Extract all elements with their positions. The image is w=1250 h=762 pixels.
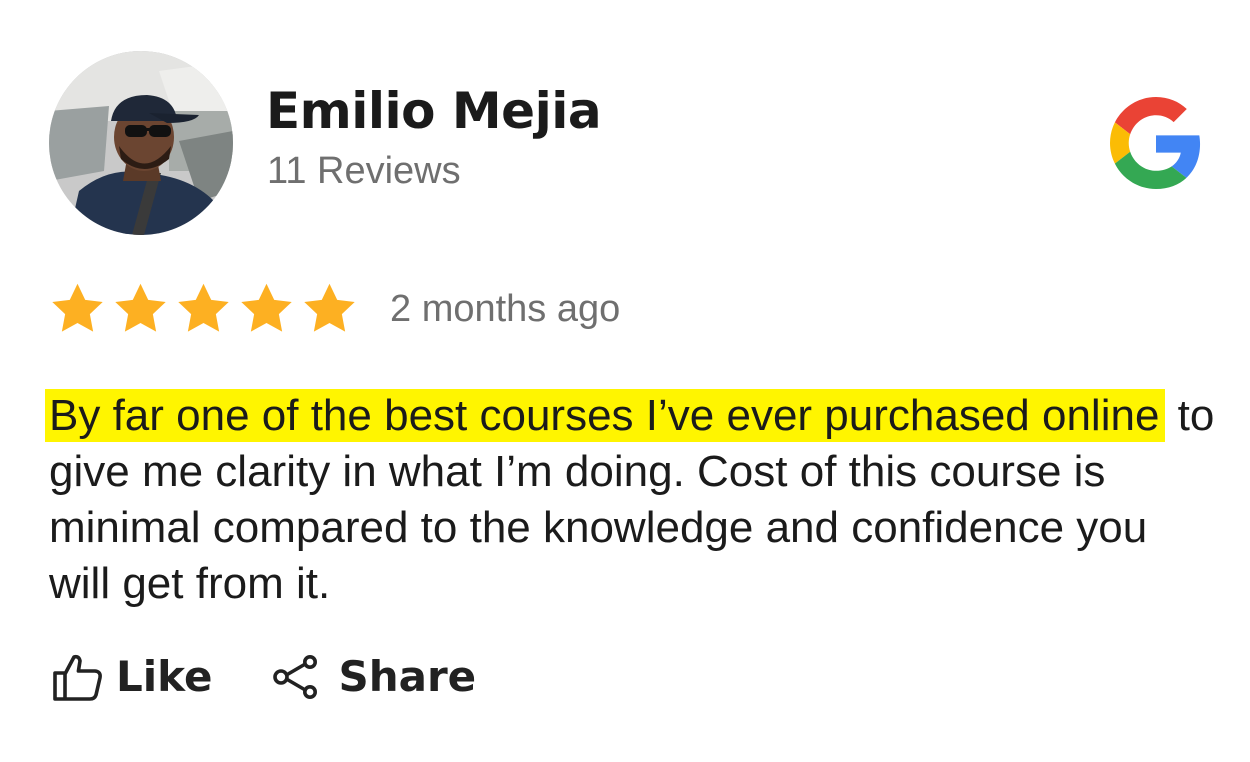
thumbs-up-icon xyxy=(53,654,102,701)
review-count: 11 Reviews xyxy=(267,150,461,192)
star-icon xyxy=(304,283,355,332)
avatar[interactable] xyxy=(49,51,233,235)
like-button[interactable]: Like xyxy=(52,652,212,702)
review-timestamp: 2 months ago xyxy=(390,288,621,330)
share-icon xyxy=(273,655,318,699)
google-g-icon xyxy=(1110,97,1201,189)
review-text: By far one of the best courses I’ve ever… xyxy=(45,388,1219,612)
star-rating xyxy=(49,281,358,337)
star-icon xyxy=(178,283,229,332)
star-icon xyxy=(52,283,103,332)
star-icon xyxy=(115,283,166,332)
share-button[interactable]: Share xyxy=(272,655,476,699)
avatar-photo xyxy=(49,51,233,235)
reviewer-name[interactable]: Emilio Mejia xyxy=(266,86,602,136)
share-label: Share xyxy=(338,652,477,701)
like-label: Like xyxy=(116,652,213,701)
highlighted-text: By far one of the best courses I’ve ever… xyxy=(45,389,1166,442)
star-icon xyxy=(241,283,292,332)
review-card: Emilio Mejia 11 Reviews 2 months ago By … xyxy=(0,0,1250,762)
review-actions: Like Share xyxy=(52,652,476,702)
